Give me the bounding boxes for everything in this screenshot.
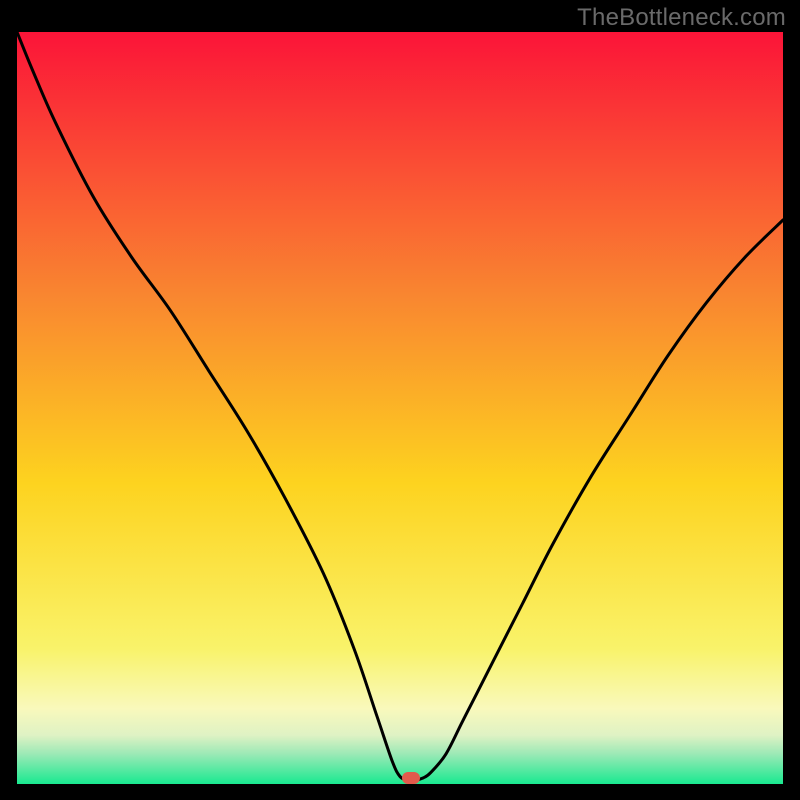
chart-frame: TheBottleneck.com — [0, 0, 800, 800]
bottleneck-chart — [17, 32, 783, 784]
optimum-marker — [402, 772, 420, 784]
chart-background — [17, 32, 783, 784]
watermark-text: TheBottleneck.com — [577, 4, 786, 32]
